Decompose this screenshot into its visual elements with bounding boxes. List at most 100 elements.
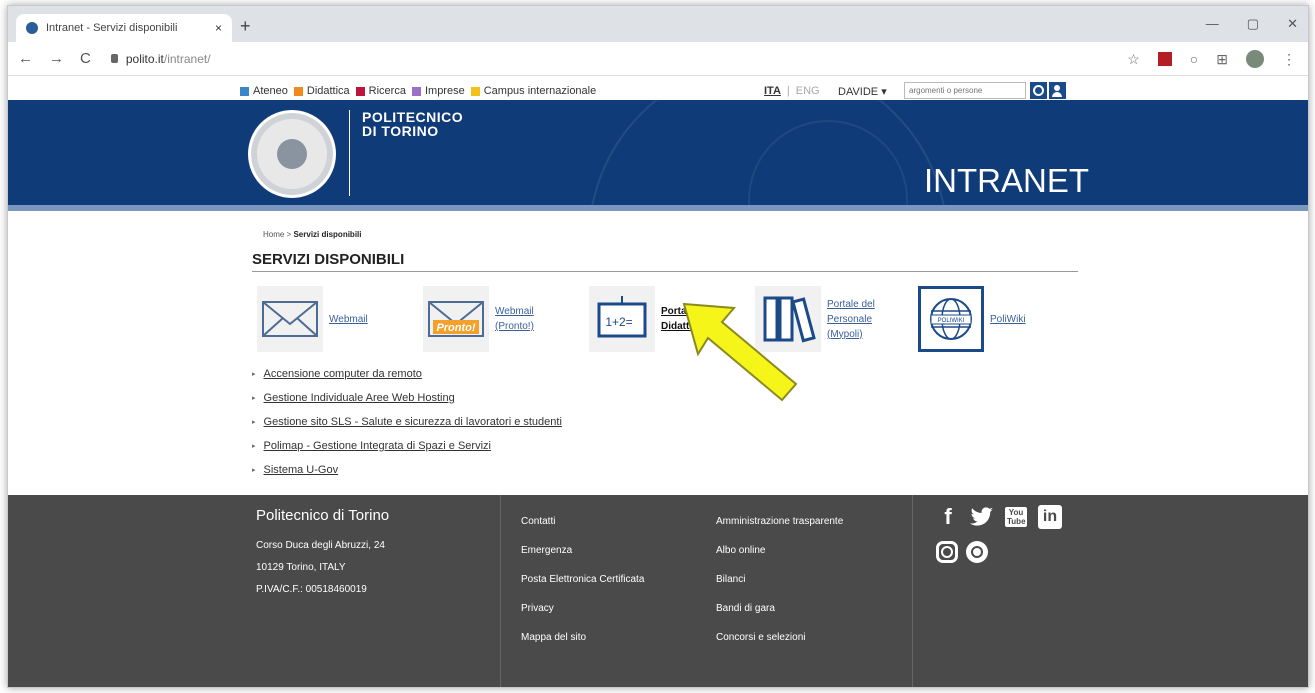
lock-icon [110, 54, 118, 63]
user-icon[interactable] [1049, 82, 1066, 99]
lang-separator: | [786, 85, 790, 97]
service-link-label[interactable]: Polimap - Gestione Integrata di Spazi e … [264, 440, 491, 452]
footer-address-line: P.IVA/C.F.: 00518460019 [256, 584, 367, 595]
maximize-button[interactable]: ▢ [1247, 16, 1259, 32]
favicon-icon [26, 22, 38, 34]
footer-links-col1: Contatti Emergenza Posta Elettronica Certi… [521, 507, 644, 652]
breadcrumb-home[interactable]: Home [263, 230, 284, 239]
footer-link[interactable]: Privacy [521, 594, 644, 623]
extension-icon[interactable]: ○ [1190, 51, 1198, 67]
menu-icon[interactable]: ⋮ [1282, 51, 1296, 68]
footer-address-line: 10129 Torino, ITALY [256, 562, 346, 573]
search-icon[interactable] [1030, 82, 1047, 99]
poliwiki-icon-text: POLIWIKI [938, 318, 965, 324]
browser-window: Intranet - Servizi disponibili × + — ▢ ✕… [7, 5, 1309, 688]
user-menu[interactable]: DAVIDE ▾ [838, 85, 887, 98]
new-tab-button[interactable]: + [240, 16, 251, 37]
bullet-arrow-icon: ▸ [252, 467, 256, 474]
footer-link[interactable]: Posta Elettronica Certificata [521, 565, 644, 594]
footer-address-line: Corso Duca degli Abruzzi, 24 [256, 540, 385, 551]
instagram-icon[interactable] [936, 541, 958, 563]
site-menu-item[interactable]: Imprese [411, 85, 465, 97]
site-menu-label: Imprese [424, 85, 465, 97]
search-input[interactable] [904, 82, 1026, 99]
other-social-icon[interactable] [966, 541, 988, 563]
twitter-icon[interactable] [970, 505, 994, 529]
service-label[interactable]: PoliWiki [990, 312, 1050, 327]
back-button[interactable]: ← [18, 50, 33, 67]
menu-color-square-icon [293, 86, 303, 96]
footer-link[interactable]: Emergenza [521, 536, 644, 565]
footer-link[interactable]: Albo online [716, 536, 843, 565]
window-controls: — ▢ ✕ [1206, 16, 1298, 32]
service-poliwiki[interactable]: POLIWIKI PoliWiki [918, 286, 1050, 352]
language-switch: ITA | ENG [764, 85, 820, 97]
pdf-extension-icon[interactable] [1157, 52, 1172, 66]
star-icon[interactable]: ☆ [1127, 51, 1140, 68]
menu-color-square-icon [470, 86, 480, 96]
profile-avatar[interactable] [1246, 50, 1264, 68]
footer-link[interactable]: Bilanci [716, 565, 843, 594]
browser-tab[interactable]: Intranet - Servizi disponibili × [16, 14, 232, 42]
service-link-item[interactable]: ▸ Sistema U-Gov [252, 458, 562, 482]
site-menu-label: Didattica [306, 85, 350, 97]
service-link-item[interactable]: ▸ Polimap - Gestione Integrata di Spazi e… [252, 434, 562, 458]
lang-eng-link[interactable]: ENG [796, 85, 820, 97]
service-webmail-pronto[interactable]: Pronto! Webmail (Pronto!) [423, 286, 555, 352]
bullet-arrow-icon: ▸ [252, 419, 256, 426]
facebook-icon[interactable]: f [936, 504, 960, 529]
service-link-item[interactable]: ▸ Gestione Individuale Aree Web Hosting [252, 386, 562, 410]
service-link-label[interactable]: Sistema U-Gov [264, 464, 339, 476]
site-menu-item[interactable]: Ateneo [240, 85, 288, 97]
envelope-icon [257, 286, 323, 352]
bullet-arrow-icon: ▸ [252, 395, 256, 402]
tab-close-icon[interactable]: × [215, 21, 222, 35]
service-link-item[interactable]: ▸ Gestione sito SLS - Salute e sicurezza … [252, 410, 562, 434]
service-label[interactable]: Webmail (Pronto!) [495, 304, 555, 334]
service-webmail[interactable]: Webmail [257, 286, 389, 352]
url-path: /intranet/ [163, 51, 211, 66]
footer-link[interactable]: Mappa del sito [521, 623, 644, 652]
logo-divider [349, 110, 350, 196]
forward-button[interactable]: → [49, 50, 64, 67]
site-menu-item[interactable]: Didattica [293, 85, 350, 97]
site-menu-item[interactable]: Ricerca [355, 85, 406, 97]
pronto-icon-text: Pronto! [436, 322, 475, 334]
social-links: f You Tube in [936, 504, 1062, 529]
logo-line1: POLITECNICO [362, 109, 464, 125]
menu-color-square-icon [240, 86, 249, 96]
footer-divider [500, 495, 501, 687]
site-menu: Ateneo Didattica Ricerca Imprese Campus inte… [240, 85, 596, 97]
linkedin-icon[interactable]: in [1038, 505, 1062, 529]
service-link-label[interactable]: Gestione Individuale Aree Web Hosting [264, 392, 455, 404]
banner-underline [8, 205, 1308, 211]
service-link-label[interactable]: Accensione computer da remoto [264, 368, 422, 380]
service-label[interactable]: Webmail [329, 312, 389, 327]
reload-button[interactable]: C [80, 50, 91, 67]
footer-link[interactable]: Bandi di gara [716, 594, 843, 623]
polito-logo-text[interactable]: POLITECNICO DI TORINO [362, 110, 463, 138]
footer-link[interactable]: Contatti [521, 507, 644, 536]
apps-icon[interactable]: ⊞ [1216, 51, 1228, 68]
footer-link[interactable]: Concorsi e selezioni [716, 623, 843, 652]
toolbar-actions: ☆ ○ ⊞ ⋮ [1127, 50, 1296, 68]
service-link-label[interactable]: Gestione sito SLS - Salute e sicurezza d… [264, 416, 562, 428]
footer-address: Corso Duca degli Abruzzi, 24 10129 Torin… [256, 535, 385, 601]
close-window-button[interactable]: ✕ [1287, 16, 1298, 32]
polito-seal-logo[interactable] [248, 110, 336, 198]
service-link-item[interactable]: ▸ Accensione computer da remoto [252, 362, 562, 386]
social-links-row2 [936, 541, 988, 563]
youtube-icon[interactable]: You Tube [1004, 505, 1028, 529]
annotation-arrow-icon [682, 302, 798, 402]
footer-link[interactable]: Amministrazione trasparente [716, 507, 843, 536]
lang-ita-link[interactable]: ITA [764, 85, 781, 97]
site-menu-item[interactable]: Campus internazionale [470, 85, 596, 97]
address-bar[interactable]: polito.it /intranet/ [110, 51, 211, 66]
other-services-list: ▸ Accensione computer da remoto ▸ Gestione … [252, 362, 562, 482]
service-label[interactable]: Portale del Personale (Mypoli) [827, 297, 887, 342]
url-host: polito.it [125, 51, 164, 66]
minimize-button[interactable]: — [1206, 16, 1219, 32]
breadcrumb: Home > Servizi disponibili [263, 230, 361, 239]
page-title: SERVIZI DISPONIBILI [252, 251, 405, 268]
blackboard-icon-text: 1+2= [605, 315, 632, 329]
